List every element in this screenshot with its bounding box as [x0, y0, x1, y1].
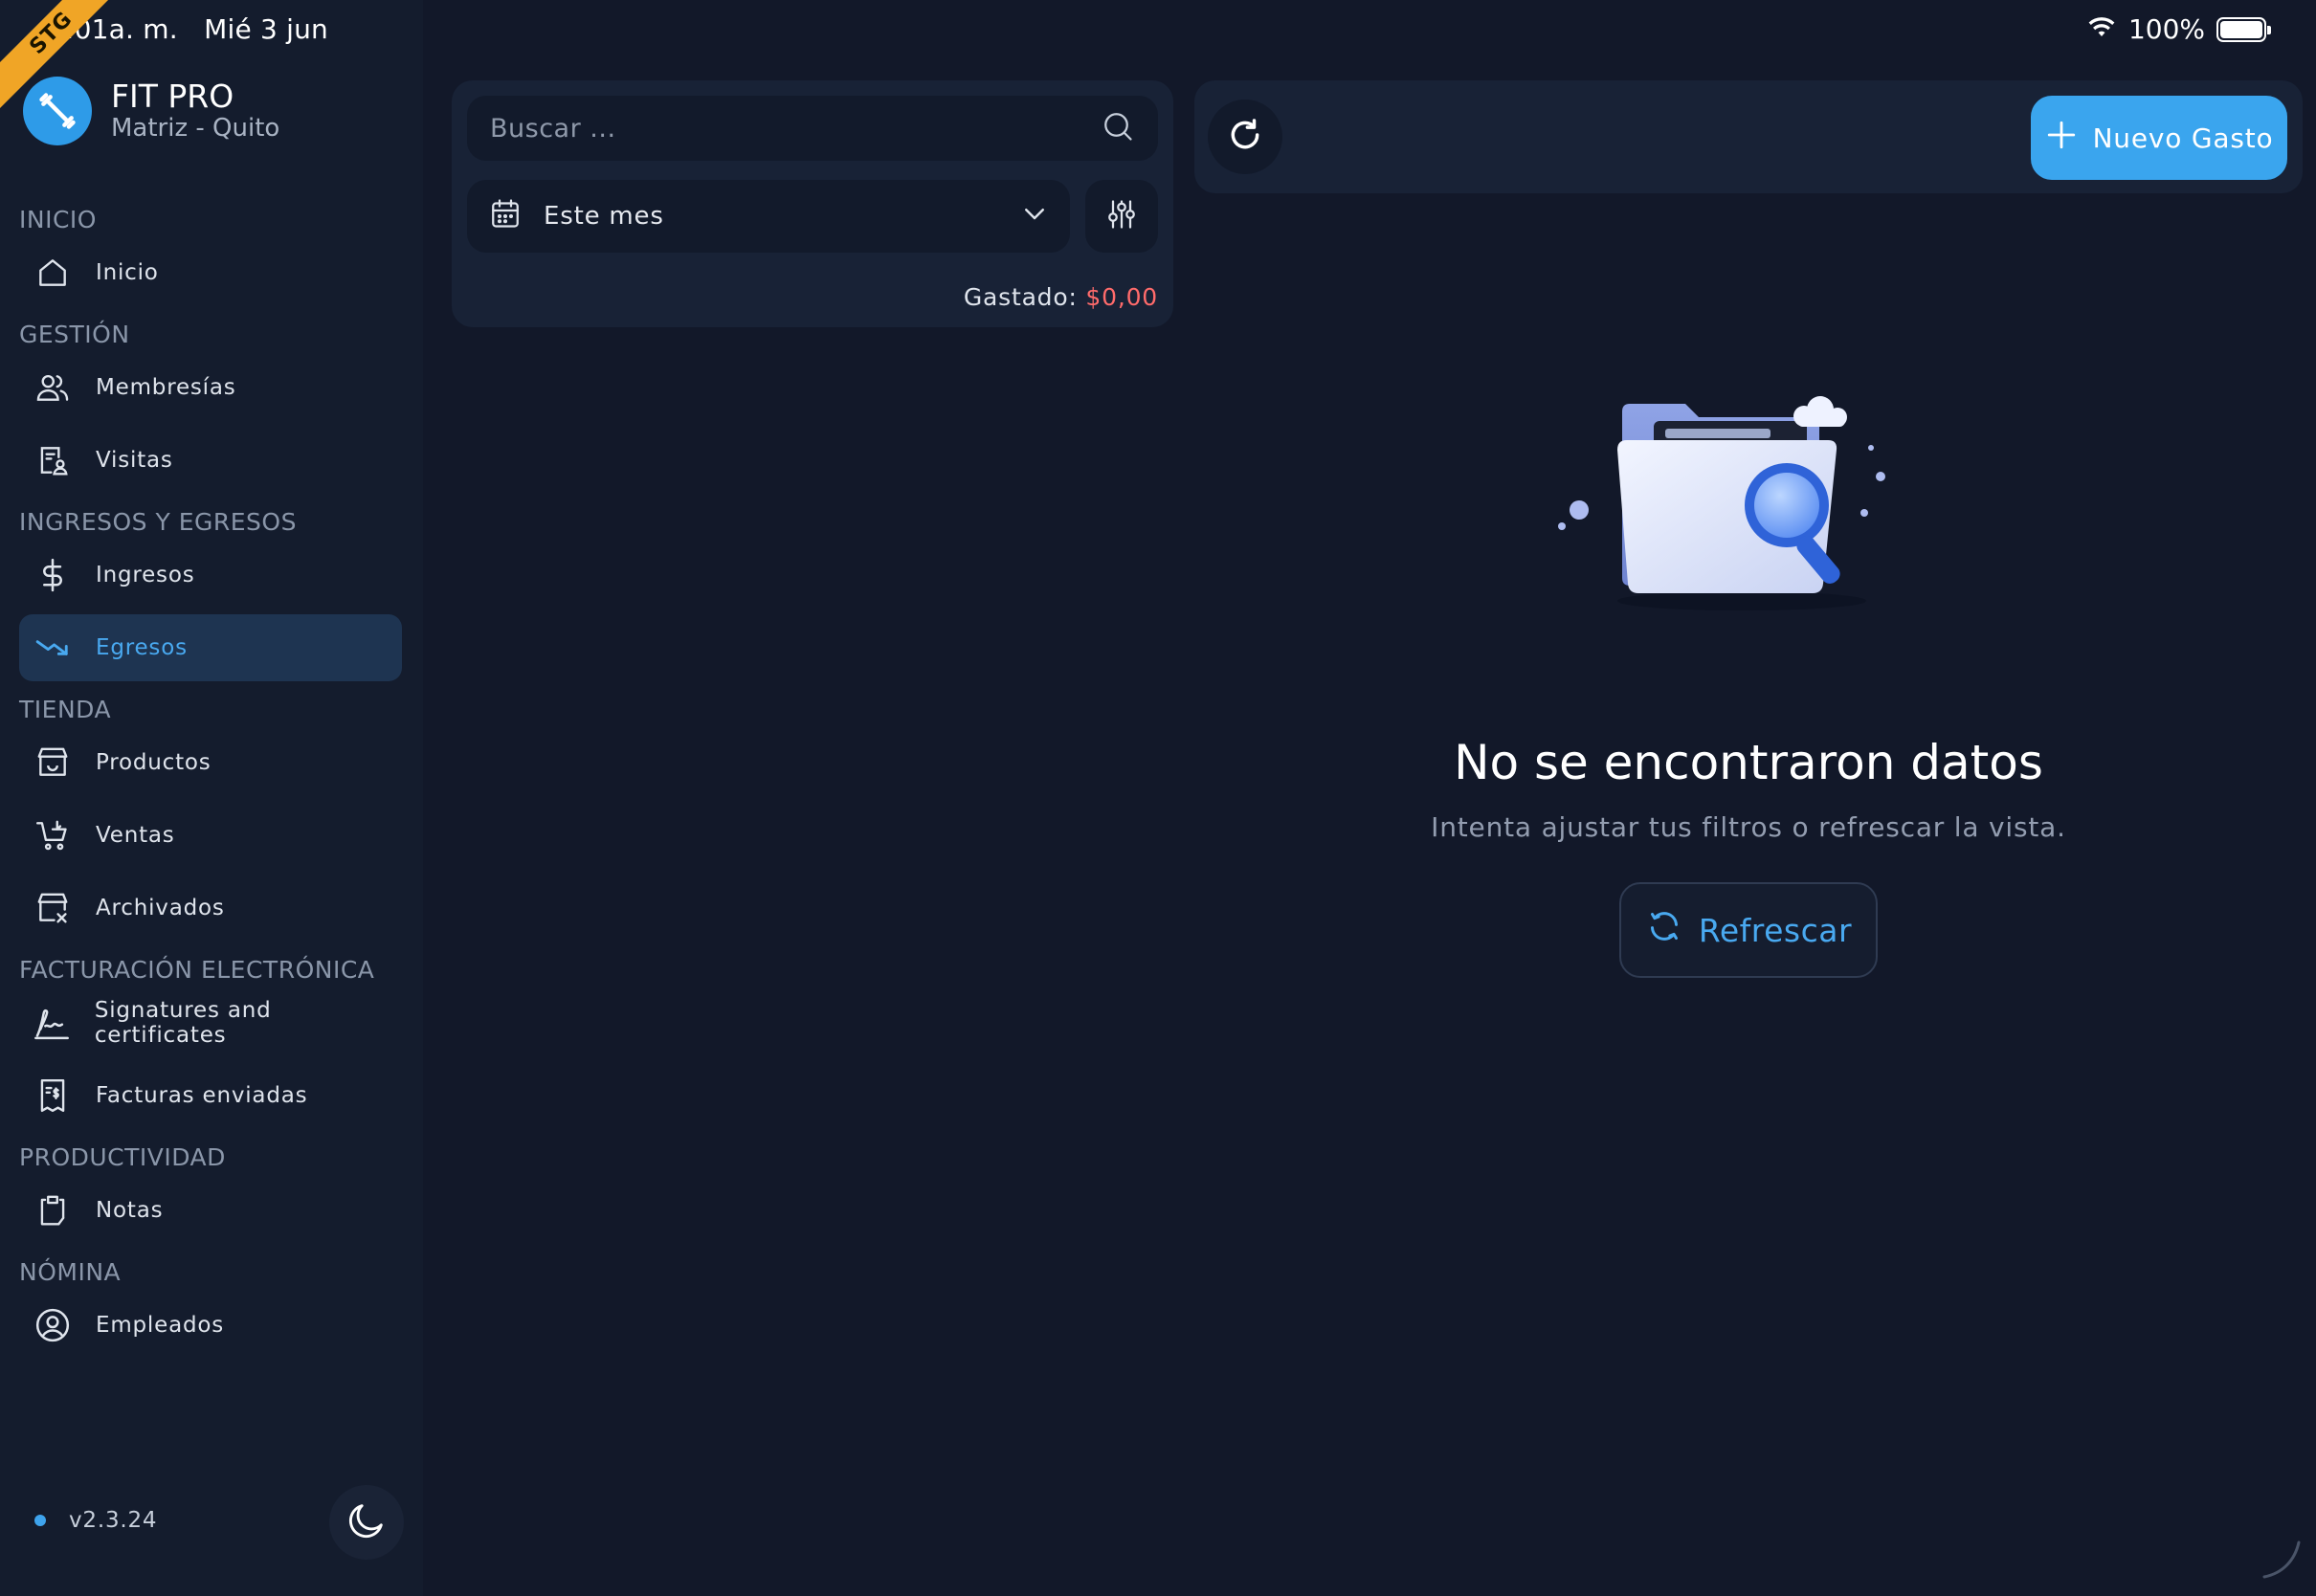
refresh-icon — [1645, 907, 1683, 953]
section-ingresos-egresos: INGRESOS Y EGRESOS — [19, 508, 297, 536]
reload-icon — [1227, 117, 1263, 157]
clipboard-icon — [33, 1190, 73, 1230]
store-archived-icon — [33, 888, 73, 928]
spent-label: Gastado: — [963, 283, 1078, 311]
wifi-icon — [2086, 13, 2117, 45]
search-icon[interactable] — [1101, 109, 1135, 147]
sidebar-item-archivados[interactable]: Archivados — [19, 875, 402, 942]
sidebar-item-label: Ventas — [96, 823, 175, 848]
sidebar-item-label: Productos — [96, 750, 212, 775]
moon-icon — [345, 1498, 389, 1546]
store-icon — [33, 743, 73, 783]
brand-subtitle: Matriz - Quito — [111, 114, 280, 143]
status-dot — [34, 1515, 46, 1526]
folder-search-illustration — [1550, 383, 1924, 622]
brand[interactable]: FIT PRO Matriz - Quito — [23, 77, 279, 145]
sidebar-item-ingresos[interactable]: Ingresos — [19, 542, 402, 609]
status-bar: 8:01a. m. Mié 3 jun 100% — [0, 0, 2316, 61]
sidebar-item-productos[interactable]: Productos — [19, 729, 402, 796]
sidebar-item-label: Notas — [96, 1198, 164, 1223]
visitor-badge-icon — [33, 440, 73, 480]
status-right: 100% — [2086, 13, 2271, 45]
sidebar-item-notas[interactable]: Notas — [19, 1177, 402, 1244]
sidebar-nav: INICIO Inicio GESTIÓN Membresías Visitas… — [19, 191, 402, 1364]
section-inicio: INICIO — [19, 206, 97, 233]
sidebar: FIT PRO Matriz - Quito INICIO Inicio GES… — [0, 0, 423, 1596]
plus-icon — [2045, 119, 2078, 158]
sidebar-item-label: Signatures and certificates — [94, 998, 272, 1048]
reload-button[interactable] — [1208, 100, 1282, 174]
chevron-down-icon — [1020, 199, 1049, 234]
sidebar-item-label: Membresías — [96, 375, 236, 400]
app-version: v2.3.24 — [34, 1508, 157, 1533]
trend-down-icon — [33, 628, 73, 668]
sidebar-item-facturas[interactable]: Facturas enviadas — [19, 1062, 402, 1129]
sidebar-item-label: Visitas — [96, 448, 173, 473]
sidebar-item-visitas[interactable]: Visitas — [19, 427, 402, 494]
sidebar-item-empleados[interactable]: Empleados — [19, 1292, 402, 1359]
sidebar-item-label: Ingresos — [96, 563, 195, 587]
cart-icon — [33, 815, 73, 855]
calendar-icon — [488, 196, 523, 237]
sliders-icon — [1104, 197, 1139, 235]
sidebar-item-ventas[interactable]: Ventas — [19, 802, 402, 869]
dollar-icon — [33, 555, 73, 595]
section-gestion: GESTIÓN — [19, 321, 130, 348]
sidebar-item-signatures[interactable]: Signatures and certificates — [19, 989, 402, 1056]
dumbbell-icon — [23, 77, 92, 145]
spent-summary: Gastado: $0,00 — [964, 283, 1158, 311]
sidebar-item-egresos[interactable]: Egresos — [19, 614, 402, 681]
advanced-filters-button[interactable] — [1085, 180, 1158, 253]
spent-amount: $0,00 — [1085, 283, 1158, 311]
empty-state-subtitle: Intenta ajustar tus filtros o refrescar … — [1431, 811, 2066, 843]
sidebar-item-label: Egresos — [96, 635, 188, 660]
sidebar-item-label: Inicio — [96, 260, 159, 285]
brand-title: FIT PRO — [111, 78, 234, 115]
signature-icon — [33, 1003, 72, 1043]
sidebar-item-label: Empleados — [96, 1313, 225, 1338]
battery-percent: 100% — [2127, 13, 2205, 45]
section-productividad: PRODUCTIVIDAD — [19, 1143, 226, 1171]
empty-state-title: No se encontraron datos — [1454, 735, 2043, 790]
home-icon — [33, 253, 73, 293]
refresh-label: Refrescar — [1698, 911, 1853, 949]
sidebar-item-label: Facturas enviadas — [96, 1083, 308, 1108]
search-input[interactable] — [490, 113, 1101, 144]
sidebar-item-inicio[interactable]: Inicio — [19, 239, 402, 306]
battery-icon — [2216, 16, 2271, 42]
section-facturacion: FACTURACIÓN ELECTRÓNICA — [19, 956, 375, 984]
new-expense-label: Nuevo Gasto — [2092, 122, 2274, 154]
filter-panel: Este mes Gastado: $0,00 — [452, 80, 1173, 327]
receipt-icon — [33, 1075, 73, 1116]
date-range-select[interactable]: Este mes — [467, 180, 1070, 253]
user-circle-icon — [33, 1305, 73, 1345]
theme-toggle-button[interactable] — [329, 1485, 404, 1560]
status-date: Mié 3 jun — [204, 13, 328, 45]
new-expense-button[interactable]: Nuevo Gasto — [2031, 96, 2287, 180]
sidebar-item-membresias[interactable]: Membresías — [19, 354, 402, 421]
date-range-value: Este mes — [544, 202, 664, 231]
search-box[interactable] — [467, 96, 1158, 161]
toolbar-panel: Nuevo Gasto — [1194, 80, 2303, 193]
refresh-button[interactable]: Refrescar — [1619, 882, 1878, 978]
version-label: v2.3.24 — [69, 1508, 158, 1533]
resize-handle-icon — [2260, 1539, 2303, 1585]
users-icon — [33, 367, 73, 408]
section-tienda: TIENDA — [19, 696, 112, 723]
sidebar-item-label: Archivados — [96, 896, 225, 920]
section-nomina: NÓMINA — [19, 1258, 122, 1286]
